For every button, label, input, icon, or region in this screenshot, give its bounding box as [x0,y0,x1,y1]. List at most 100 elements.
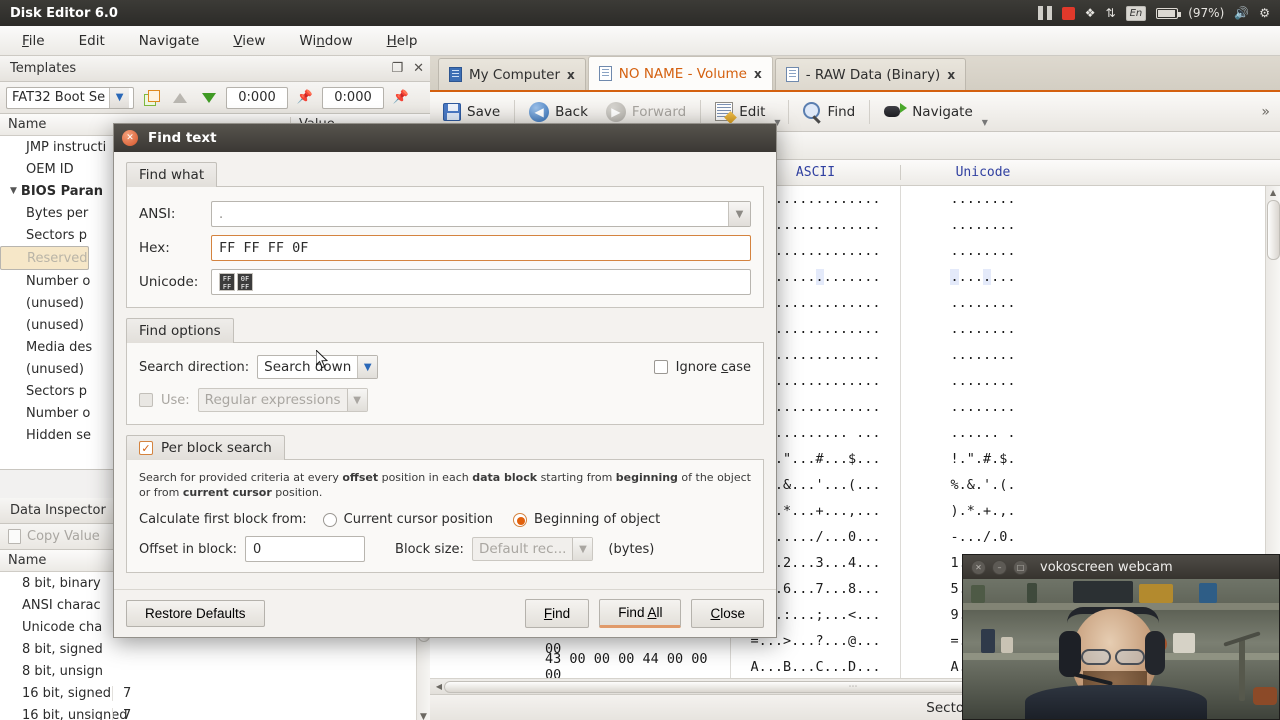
hex-row-unicode[interactable]: ).*.+.,. [900,498,1065,524]
use-select[interactable]: Regular expressions ▼ [198,388,368,412]
radio-current-cursor-button[interactable] [323,513,337,527]
close-button[interactable]: Close [691,599,764,628]
keyboard-layout-icon[interactable]: En [1126,6,1147,21]
hex-row-unicode[interactable]: !.".#.$. [900,446,1065,472]
hex-row-unicode[interactable]: ........ [900,368,1065,394]
maximize-icon[interactable]: □ [1013,560,1028,575]
network-icon[interactable]: ⇅ [1106,7,1116,19]
block-size-select[interactable]: Default rec... ▼ [472,537,593,561]
toolbar-find-button[interactable]: Find [796,99,863,124]
offset-b-field[interactable]: 0:000 [322,87,384,109]
toolbar-save-button[interactable]: Save [436,100,507,124]
close-icon[interactable]: x [567,68,575,82]
save-icon [443,103,461,121]
hex-row-unicode[interactable]: ........ [900,238,1065,264]
move-up-button[interactable] [168,86,192,110]
data-inspector-row[interactable]: 8 bit, unsign [0,660,430,682]
find-button[interactable]: Find [525,599,589,628]
data-inspector-row[interactable]: 8 bit, signed [0,638,430,660]
data-inspector-row[interactable]: 16 bit, unsigned7 [0,704,430,720]
template-tree-row[interactable]: Reserved [0,246,89,270]
hex-row-unicode[interactable]: %.&.'.(. [900,472,1065,498]
unicode-field[interactable]: FFFF 0FFF [211,269,751,295]
toolbar-overflow-button[interactable]: » [1261,104,1274,120]
offset-in-block-field[interactable]: 0 [245,536,365,562]
template-select[interactable]: FAT32 Boot Se ▼ [6,87,134,109]
ignore-case-row[interactable]: Ignore case [654,360,751,375]
navigate-dropdown-caret-icon[interactable]: ▼ [982,118,988,131]
pin-a-icon[interactable]: 📌 [293,86,317,110]
system-settings-icon[interactable]: ⚙ [1259,6,1270,20]
close-icon[interactable]: ✕ [122,130,138,146]
hex-row-unicode[interactable]: ...... . [900,420,1065,446]
mouse-cursor [316,350,328,369]
hex-row-unicode[interactable]: ........ [900,342,1065,368]
hex-field[interactable]: FF FF FF 0F [211,235,751,261]
battery-icon[interactable] [1156,8,1178,19]
data-inspector-row[interactable]: 16 bit, signed7 [0,682,430,704]
chevron-up-icon[interactable]: ▲ [1270,188,1276,197]
offset-in-block-label: Offset in block: [139,542,237,557]
hex-row-unicode[interactable]: ........ [900,316,1065,342]
document-tab-2[interactable]: - RAW Data (Binary)x [775,58,966,90]
toolbar-back-button[interactable]: ◀ Back [522,99,595,125]
chevron-down-icon[interactable]: ▼ [728,202,750,226]
pause-icon[interactable] [1038,6,1052,20]
move-down-button[interactable] [197,86,221,110]
toolbar-edit-button[interactable]: Edit [708,99,772,124]
close-icon[interactable]: ✕ [413,61,424,76]
hex-row-unicode[interactable]: ........ [900,264,1065,290]
find-what-tab[interactable]: Find what [126,162,217,187]
hex-row-unicode[interactable]: ........ [900,186,1065,212]
find-options-tab[interactable]: Find options [126,318,234,343]
ignore-case-checkbox[interactable] [654,360,668,374]
dropbox-icon[interactable]: ❖ [1085,7,1096,19]
scrollbar-thumb[interactable] [1267,200,1280,260]
restore-icon[interactable]: ❐ [391,61,403,76]
per-block-search-checkbox[interactable]: ✓ [139,441,153,455]
toolbar-navigate-button[interactable]: Navigate [877,100,980,124]
hex-row-ascii[interactable]: A...B...C...D... [730,654,900,680]
stop-record-icon[interactable] [1062,7,1075,20]
chevron-down-icon[interactable]: ▼ [10,186,17,196]
hex-row-unicode[interactable]: ........ [900,394,1065,420]
copy-value-button[interactable]: Copy Value [27,529,100,544]
chevron-down-icon[interactable]: ▼ [109,88,129,108]
chevron-down-icon[interactable]: ▼ [347,389,367,411]
document-tab-0[interactable]: My Computerx [438,58,586,90]
hex-label: Hex: [139,240,211,256]
volume-icon[interactable]: 🔊 [1234,6,1249,20]
restore-defaults-button[interactable]: Restore Defaults [126,600,265,627]
duplicate-template-button[interactable] [139,86,163,110]
radio-beginning-of-object[interactable]: Beginning of object [513,512,660,527]
close-icon[interactable]: x [947,68,955,82]
chevron-left-icon[interactable]: ◀ [432,682,446,691]
radio-beginning-button[interactable] [513,513,527,527]
chevron-down-icon[interactable]: ▼ [357,356,377,378]
menu-item-navigate[interactable]: Navigate [139,33,200,49]
document-tab-1[interactable]: NO NAME - Volumex [588,56,773,90]
chevron-down-icon[interactable]: ▼ [572,538,592,560]
use-checkbox[interactable] [139,393,153,407]
menu-item-help[interactable]: Help [387,33,418,49]
menu-item-edit[interactable]: Edit [79,33,105,49]
templates-panel-header: Templates ❐ ✕ [0,56,430,82]
close-icon[interactable]: ✕ [971,560,986,575]
close-icon[interactable]: x [754,67,762,81]
offset-a-field[interactable]: 0:000 [226,87,288,109]
chevron-down-icon[interactable]: ▼ [420,712,427,720]
menu-item-view[interactable]: View [233,33,265,49]
find-all-button[interactable]: Find All [599,599,681,628]
per-block-search-tab[interactable]: ✓ Per block search [126,435,285,460]
menu-item-window[interactable]: Window [299,33,352,49]
toolbar-forward-button[interactable]: ▶ Forward [599,99,693,125]
minimize-icon[interactable]: – [992,560,1007,575]
radio-current-cursor[interactable]: Current cursor position [323,512,493,527]
pin-b-icon[interactable]: 📌 [389,86,413,110]
hex-row-unicode[interactable]: ........ [900,290,1065,316]
template-tree-row-label: (unused) [26,318,84,333]
ansi-field[interactable]: . ▼ [211,201,751,227]
hex-row-unicode[interactable]: -.../.0. [900,524,1065,550]
menu-item-file[interactable]: File [22,33,45,49]
hex-row-unicode[interactable]: ........ [900,212,1065,238]
